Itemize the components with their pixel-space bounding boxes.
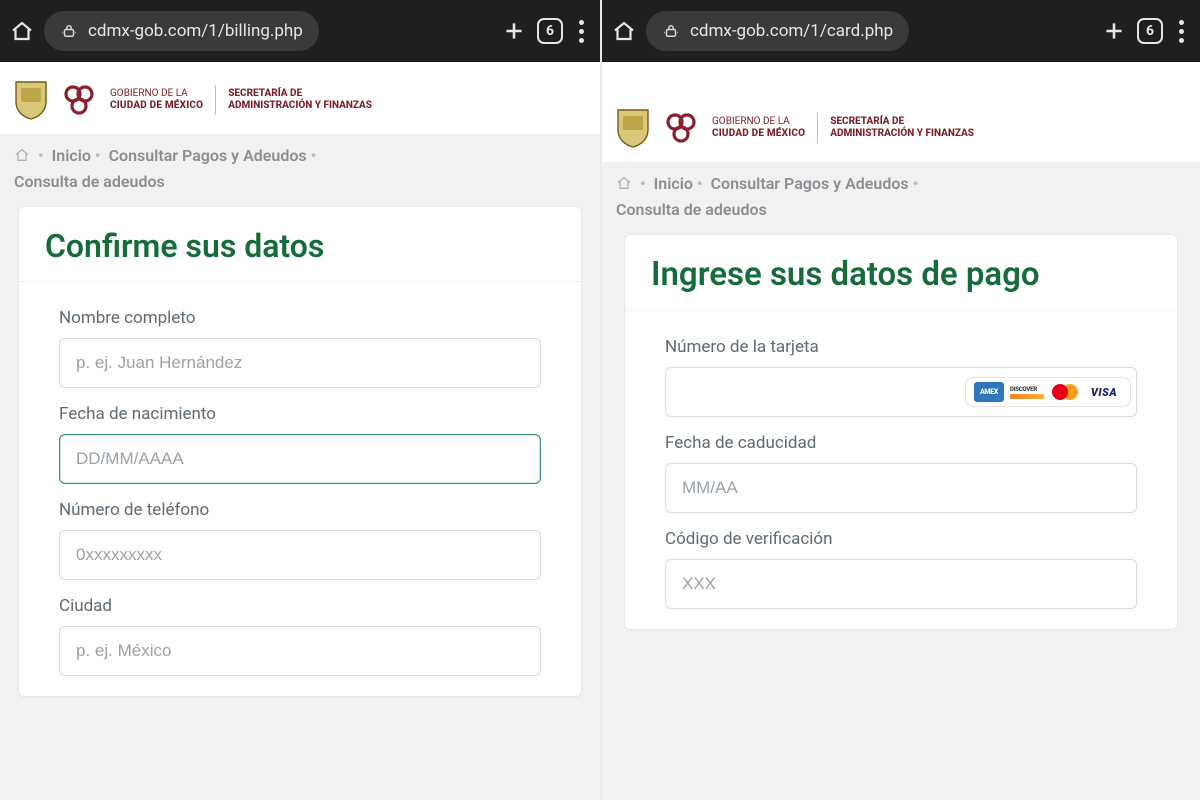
expiry-input[interactable] (665, 463, 1137, 513)
site-header: GOBIERNO DE LA CIUDAD DE MÉXICO SECRETAR… (602, 90, 1200, 162)
site-header: GOBIERNO DE LA CIUDAD DE MÉXICO SECRETAR… (0, 62, 600, 134)
expiry-label: Fecha de caducidad (665, 433, 1137, 453)
browser-toolbar: cdmx-gob.com/1/card.php 6 (602, 0, 1200, 62)
new-tab-icon[interactable] (1101, 18, 1127, 44)
address-bar[interactable]: cdmx-gob.com/1/billing.php (44, 11, 319, 51)
phone-label: Número de teléfono (59, 500, 541, 520)
breadcrumb: • Inicio• Consultar Pagos y Adeudos• Con… (602, 162, 1200, 234)
gov-line2: CIUDAD DE MÉXICO (110, 100, 203, 111)
mastercard-icon (1050, 382, 1080, 402)
dob-input[interactable] (59, 434, 541, 484)
dept-line1: SECRETARÍA DE (228, 88, 302, 99)
cdmx-shield-icon (14, 80, 48, 120)
cdmx-knot-icon (664, 108, 698, 148)
cvv-label: Código de verificación (665, 529, 1137, 549)
url-text: cdmx-gob.com/1/card.php (690, 21, 893, 41)
screenshot-right: cdmx-gob.com/1/card.php 6 GOBIERNO DE LA… (600, 0, 1200, 800)
breadcrumb-level2: Consulta de adeudos (616, 200, 767, 219)
cdmx-shield-icon (616, 108, 650, 148)
site-settings-icon (662, 22, 680, 40)
gov-line2: CIUDAD DE MÉXICO (712, 128, 805, 139)
breadcrumb-home-icon[interactable] (616, 174, 632, 198)
breadcrumb-home[interactable]: Inicio (654, 174, 693, 193)
breadcrumb-level1[interactable]: Consultar Pagos y Adeudos (109, 146, 307, 165)
dob-label: Fecha de nacimiento (59, 404, 541, 424)
city-label: Ciudad (59, 596, 541, 616)
visa-icon: VISA (1086, 382, 1122, 402)
card-title: Confirme sus datos (19, 207, 581, 282)
amex-icon: AMEX (974, 382, 1004, 402)
breadcrumb-level2: Consulta de adeudos (14, 172, 165, 191)
name-label: Nombre completo (59, 308, 541, 328)
site-settings-icon (60, 22, 78, 40)
browser-toolbar: cdmx-gob.com/1/billing.php 6 (0, 0, 600, 62)
tab-switcher-button[interactable]: 6 (1137, 18, 1163, 44)
form-card: Confirme sus datos Nombre completo Fecha… (18, 206, 582, 697)
payment-card: Ingrese sus datos de pago Número de la t… (624, 234, 1178, 630)
address-bar[interactable]: cdmx-gob.com/1/card.php (646, 11, 909, 51)
breadcrumb: • Inicio• Consultar Pagos y Adeudos• Con… (0, 134, 600, 206)
phone-input[interactable] (59, 530, 541, 580)
city-input[interactable] (59, 626, 541, 676)
breadcrumb-level1[interactable]: Consultar Pagos y Adeudos (711, 174, 909, 193)
home-icon[interactable] (10, 19, 34, 43)
header-text: GOBIERNO DE LA CIUDAD DE MÉXICO SECRETAR… (110, 85, 372, 115)
more-menu-icon[interactable] (573, 20, 590, 43)
card-brand-logos: AMEX DISCOVER VISA (965, 377, 1131, 407)
dept-line1: SECRETARÍA DE (830, 116, 904, 127)
dept-line2: ADMINISTRACIÓN Y FINANZAS (830, 128, 974, 139)
dept-line2: ADMINISTRACIÓN Y FINANZAS (228, 100, 372, 111)
cdmx-knot-icon (62, 80, 96, 120)
screenshot-left: cdmx-gob.com/1/billing.php 6 GOBIERNO DE… (0, 0, 600, 800)
card-title: Ingrese sus datos de pago (625, 235, 1177, 311)
more-menu-icon[interactable] (1173, 20, 1190, 43)
name-input[interactable] (59, 338, 541, 388)
gov-line1: GOBIERNO DE LA (110, 88, 188, 99)
tab-switcher-button[interactable]: 6 (537, 18, 563, 44)
new-tab-icon[interactable] (501, 18, 527, 44)
breadcrumb-home[interactable]: Inicio (52, 146, 91, 165)
header-text: GOBIERNO DE LA CIUDAD DE MÉXICO SECRETAR… (712, 113, 974, 143)
cvv-input[interactable] (665, 559, 1137, 609)
url-text: cdmx-gob.com/1/billing.php (88, 21, 303, 41)
gov-line1: GOBIERNO DE LA (712, 116, 790, 127)
cardnum-label: Número de la tarjeta (665, 337, 1137, 357)
breadcrumb-home-icon[interactable] (14, 146, 30, 170)
discover-icon: DISCOVER (1010, 382, 1044, 402)
home-icon[interactable] (612, 19, 636, 43)
